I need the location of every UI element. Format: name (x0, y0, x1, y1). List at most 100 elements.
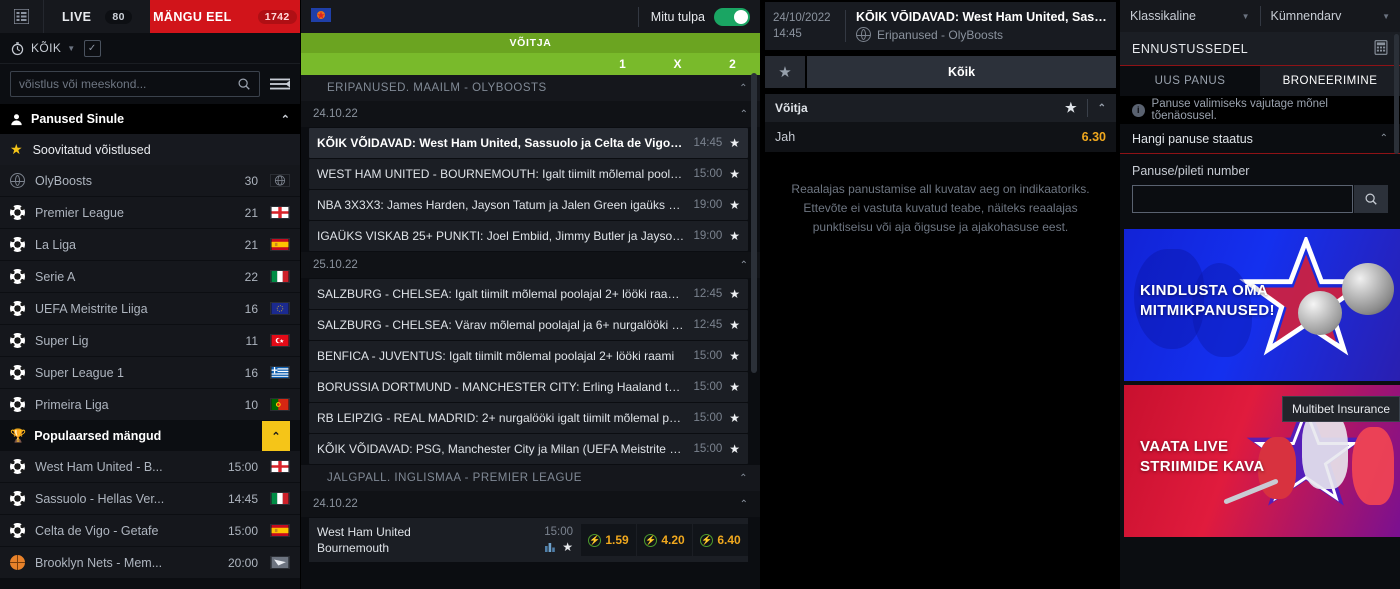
star-icon[interactable]: ★ (1065, 100, 1077, 116)
detail-date: 24/10/2022 (773, 12, 831, 24)
sidebar-item-popular-game[interactable]: Celta de Vigo - Getafe 15:00 (0, 515, 300, 546)
search-icon[interactable] (237, 77, 251, 91)
center-scrollbar[interactable] (751, 73, 757, 373)
time-filter-label: KÕIK (31, 41, 62, 55)
chevron-up-icon[interactable]: ⌃ (739, 83, 748, 94)
sidebar-item-league[interactable]: Super Lig 11 (0, 325, 300, 356)
event-group-header[interactable]: ERIPANUSED. MAAILM - OLYBOOSTS ⌃ (301, 75, 760, 101)
star-icon[interactable]: ★ (562, 540, 573, 554)
tab-prematch[interactable]: MÄNGU EEL 1742 (149, 0, 300, 33)
chevron-up-icon[interactable]: ⌃ (1380, 133, 1388, 144)
sidebar-toggle-button[interactable] (0, 0, 44, 33)
menu-icon[interactable] (270, 77, 290, 91)
chevron-up-icon[interactable]: ⌃ (281, 113, 290, 126)
star-icon[interactable]: ★ (729, 229, 740, 243)
star-icon[interactable]: ★ (729, 287, 740, 301)
time-filter-dropdown[interactable]: KÕIK ▼ (10, 41, 76, 56)
event-row[interactable]: SALZBURG - CHELSEA: Värav mõlemal poolaj… (309, 310, 748, 340)
event-title: IGAÜKS VISKAB 25+ PUNKTI: Joel Embiid, J… (317, 229, 694, 243)
event-row[interactable]: BENFICA - JUVENTUS: Igalt tiimilt mõlema… (309, 341, 748, 371)
odd-button[interactable]: ⚡ 1.59 (581, 524, 636, 556)
promo-banner-multibet[interactable]: KINDLUSTA OMA MITMIKPANUSED! (1124, 229, 1400, 381)
event-row[interactable]: KÕIK VÕIDAVAD: PSG, Manchester City ja M… (309, 434, 748, 464)
star-icon[interactable]: ★ (729, 380, 740, 394)
globe-icon (10, 173, 25, 188)
sidebar-item-popular-game[interactable]: Sassuolo - Hellas Ver... 14:45 (0, 483, 300, 514)
chevron-up-icon[interactable]: ⌃ (1098, 103, 1106, 114)
search-input[interactable] (19, 77, 237, 91)
odd-button[interactable]: ⚡ 6.40 (693, 524, 748, 556)
ticket-lookup: Panuse/pileti number (1120, 154, 1400, 225)
event-group-header[interactable]: JALGPALL. INGLISMAA - PREMIER LEAGUE ⌃ (301, 465, 760, 491)
star-icon[interactable]: ★ (729, 442, 740, 456)
chevron-down-icon: ▼ (1241, 11, 1250, 21)
event-row[interactable]: WEST HAM UNITED - BOURNEMOUTH: Igalt tii… (309, 159, 748, 189)
event-date: 24.10.22 (313, 498, 358, 510)
market-header-row[interactable]: Võitja ★ ⌃ (765, 94, 1116, 122)
ticket-search-button[interactable] (1354, 185, 1388, 213)
flag-england-icon (270, 206, 290, 219)
multi-column-toggle[interactable] (714, 7, 750, 26)
sidebar-item-league[interactable]: Serie A 22 (0, 261, 300, 292)
star-icon[interactable]: ★ (729, 198, 740, 212)
event-date-header[interactable]: 24.10.22 ⌃ (301, 491, 760, 517)
event-list-scroll[interactable]: VÕITJA 1 X 2 ERIPANUSED. MAAILM - OLYBOO… (301, 33, 760, 589)
betslip-tab[interactable]: BRONEERIMINE (1260, 66, 1400, 96)
bet-status-header[interactable]: Hangi panuse staatus ⌃ (1120, 124, 1400, 154)
event-row[interactable]: KÕIK VÕIDAVAD: West Ham United, Sassuolo… (309, 128, 748, 158)
star-icon[interactable]: ★ (729, 349, 740, 363)
event-row[interactable]: SALZBURG - CHELSEA: Igalt tiimilt mõlema… (309, 279, 748, 309)
event-date-header[interactable]: 24.10.22 ⌃ (301, 101, 760, 127)
divider (1086, 99, 1088, 117)
odd-button[interactable]: ⚡ 4.20 (637, 524, 692, 556)
event-row[interactable]: IGAÜKS VISKAB 25+ PUNKTI: Joel Embiid, J… (309, 221, 748, 251)
tab-all[interactable]: Kõik (807, 56, 1116, 88)
star-icon[interactable]: ★ (729, 136, 740, 150)
event-row[interactable]: BORUSSIA DORTMUND - MANCHESTER CITY: Erl… (309, 372, 748, 402)
star-icon[interactable]: ★ (729, 167, 740, 181)
selection-row[interactable]: Jah 6.30 (765, 122, 1116, 152)
calculator-icon[interactable] (1374, 39, 1388, 58)
star-icon[interactable]: ★ (729, 411, 740, 425)
chevron-up-icon[interactable]: ⌃ (740, 260, 748, 271)
event-row[interactable]: NBA 3X3X3: James Harden, Jayson Tatum ja… (309, 190, 748, 220)
banner-line2: STRIIMIDE KAVA (1140, 458, 1265, 475)
chevron-up-icon[interactable]: ⌃ (740, 109, 748, 120)
event-row[interactable]: RB LEIPZIG - REAL MADRID: 2+ nurgalööki … (309, 403, 748, 433)
star-icon[interactable]: ★ (729, 318, 740, 332)
betslip-tab[interactable]: UUS PANUS (1120, 66, 1260, 96)
popular-games-header[interactable]: 🏆 Populaarsed mängud ⌃ (0, 421, 300, 451)
my-bets-header[interactable]: Panused Sinule ⌃ (0, 104, 300, 134)
sidebar-item-league[interactable]: OlyBoosts 30 (0, 165, 300, 196)
prematch-count-badge: 1742 (257, 9, 297, 24)
basketball-icon (10, 555, 25, 570)
favourite-button[interactable]: ★ (765, 56, 805, 88)
sidebar-item-league[interactable]: Premier League 21 (0, 197, 300, 228)
league-name: UEFA Meistrite Liiga (35, 301, 148, 316)
sidebar-item-league[interactable]: Super League 1 16 (0, 357, 300, 388)
sidebar-item-league[interactable]: La Liga 21 (0, 229, 300, 260)
bar-chart-icon[interactable] (545, 540, 557, 555)
flag-icon[interactable] (311, 8, 331, 25)
popular-game-name: Celta de Vigo - Getafe (35, 523, 159, 538)
ticket-number-input[interactable] (1132, 185, 1353, 213)
sidebar-item-popular-game[interactable]: Brooklyn Nets - Mem... 20:00 (0, 547, 300, 578)
divider (845, 10, 846, 42)
checkbox-icon[interactable]: ✓ (83, 39, 101, 57)
sidebar-item-league[interactable]: Primeira Liga 10 (0, 389, 300, 420)
sidebar-item-league[interactable]: UEFA Meistrite Liiga 16 (0, 293, 300, 324)
event-date-header[interactable]: 25.10.22 ⌃ (301, 252, 760, 278)
chevron-up-icon[interactable]: ⌃ (740, 499, 748, 510)
chevron-down-icon: ▼ (67, 43, 76, 53)
odds-format-dropdown[interactable]: Kümnendarv ▼ (1261, 9, 1400, 23)
tab-live[interactable]: LIVE 80 (44, 0, 150, 33)
match-row[interactable]: West Ham United Bournemouth 15:00 ★ ⚡ 1.59 ⚡ 4.… (309, 518, 748, 562)
search-field-wrap[interactable] (10, 71, 260, 97)
chevron-up-icon[interactable]: ⌃ (262, 421, 290, 451)
right-scrollbar[interactable] (1394, 34, 1399, 154)
league-count: 10 (244, 397, 258, 412)
view-mode-dropdown[interactable]: Klassikaline ▼ (1120, 9, 1260, 23)
sidebar-item-popular-game[interactable]: West Ham United - B... 15:00 (0, 451, 300, 482)
chevron-up-icon[interactable]: ⌃ (739, 473, 748, 484)
sidebar-item-recommended[interactable]: ★ Soovitatud võistlused (0, 134, 300, 165)
